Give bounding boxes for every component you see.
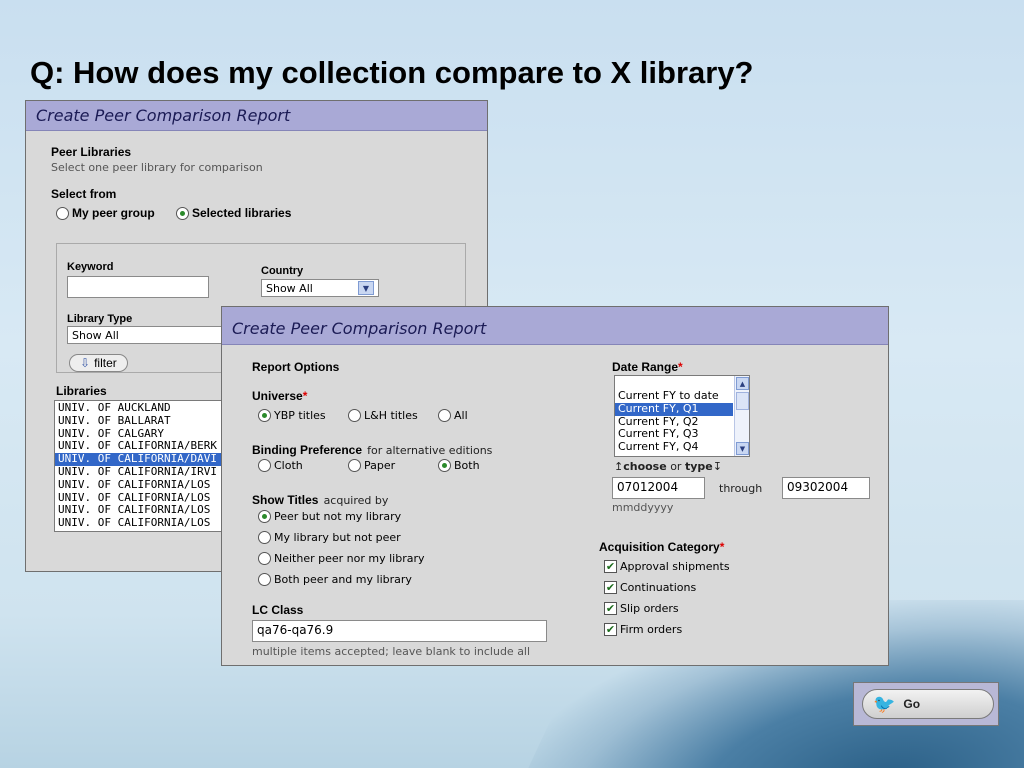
select-from-label: Select from <box>51 187 117 201</box>
radio-circle[interactable] <box>348 459 361 472</box>
library-list-item[interactable]: UNIV. OF BALLARAT <box>55 414 233 428</box>
scrollbar-thumb[interactable] <box>736 392 749 410</box>
libraries-label: Libraries <box>56 384 107 398</box>
radio-circle[interactable] <box>348 409 361 422</box>
libraries-listbox[interactable]: UNIV. OF AUCKLAND UNIV. OF BALLARAT UNIV. … <box>54 400 234 532</box>
radio-both[interactable]: Both <box>438 459 480 472</box>
report-options-heading: Report Options <box>252 360 340 374</box>
radio-circle[interactable] <box>258 510 271 523</box>
library-list-item[interactable]: UNIV. OF CALIFORNIA/LOS <box>55 478 233 492</box>
lc-class-hint: multiple items accepted; leave blank to … <box>252 645 531 658</box>
keyword-label: Keyword <box>67 261 114 273</box>
radio-circle[interactable] <box>438 459 451 472</box>
arrow-down-icon: ⇩ <box>80 356 91 370</box>
through-label: through <box>719 482 763 495</box>
lc-class-label: LC Class <box>252 603 304 617</box>
filter-button[interactable]: ⇩ filter <box>69 354 128 372</box>
slide-title: Q: How does my collection compare to X l… <box>30 55 754 90</box>
checkbox-continuations[interactable]: ✔ Continuations <box>604 581 696 594</box>
radio-circle[interactable] <box>258 409 271 422</box>
checkmark-icon[interactable]: ✔ <box>604 581 617 594</box>
date-range-option[interactable]: Current FY, Q4 <box>615 440 733 454</box>
keyword-input[interactable] <box>67 276 209 298</box>
library-list-item[interactable]: UNIV. OF CALIFORNIA/IRVI <box>55 465 233 479</box>
date-range-label: Date Range* <box>612 360 683 374</box>
country-label: Country <box>261 265 304 277</box>
radio-selected-libraries[interactable]: Selected libraries <box>176 206 291 220</box>
back-window-title: Create Peer Comparison Report <box>26 101 487 131</box>
radio-circle[interactable] <box>258 531 271 544</box>
date-range-listbox[interactable]: Current FY to date Current FY, Q1 Current … <box>614 375 750 457</box>
go-button-frame: 🐦 Go <box>853 682 999 726</box>
library-list-item[interactable]: UNIV. OF CALIFORNIA/LOS <box>55 516 233 530</box>
lc-class-input[interactable]: qa76-qa76.9 <box>252 620 547 642</box>
date-to-input[interactable]: 09302004 <box>782 477 870 499</box>
radio-mine-not-peer[interactable]: My library but not peer <box>258 531 401 544</box>
chevron-down-icon[interactable]: ▼ <box>358 281 374 295</box>
date-from-input[interactable]: 07012004 <box>612 477 705 499</box>
arrow-up-icon: ↥ <box>614 460 624 473</box>
checkbox-firm-orders[interactable]: ✔ Firm orders <box>604 623 682 636</box>
chevron-down-icon[interactable]: ▼ <box>736 442 749 455</box>
checkmark-icon[interactable]: ✔ <box>604 560 617 573</box>
universe-label: Universe* <box>252 389 308 403</box>
checkmark-icon[interactable]: ✔ <box>604 602 617 615</box>
radio-circle[interactable] <box>176 206 189 220</box>
date-range-option[interactable]: Current FY, Q1 <box>615 402 733 416</box>
radio-lh-titles[interactable]: L&H titles <box>348 409 418 422</box>
front-window-title: Create Peer Comparison Report <box>222 307 888 345</box>
library-type-label: Library Type <box>67 313 133 325</box>
go-button[interactable]: 🐦 Go <box>862 689 994 719</box>
acquisition-category-label: Acquisition Category* <box>599 540 725 554</box>
date-range-scrollbar[interactable]: ▲ ▼ <box>734 376 749 456</box>
arrow-down-icon: ↧ <box>712 460 722 473</box>
library-type-select[interactable]: Show All <box>67 326 237 344</box>
country-select[interactable]: Show All ▼ <box>261 279 379 297</box>
peer-libraries-heading: Peer Libraries <box>51 145 132 159</box>
chevron-up-icon[interactable]: ▲ <box>736 377 749 390</box>
radio-ybp-titles[interactable]: YBP titles <box>258 409 326 422</box>
library-list-item[interactable]: UNIV. OF AUCKLAND <box>55 401 233 415</box>
checkbox-approval-shipments[interactable]: ✔ Approval shipments <box>604 560 730 573</box>
show-titles-label: Show Titles acquired by <box>252 493 389 507</box>
pelican-logo-icon: 🐦 <box>873 693 896 714</box>
radio-peer-not-mine[interactable]: Peer but not my library <box>258 510 401 523</box>
date-range-options: Current FY to date Current FY, Q1 Current … <box>615 389 749 454</box>
radio-cloth[interactable]: Cloth <box>258 459 303 472</box>
radio-my-peer-group[interactable]: My peer group <box>56 206 155 220</box>
radio-circle[interactable] <box>258 552 271 565</box>
radio-neither[interactable]: Neither peer nor my library <box>258 552 425 565</box>
radio-paper[interactable]: Paper <box>348 459 395 472</box>
radio-all[interactable]: All <box>438 409 468 422</box>
peer-libraries-hint: Select one peer library for comparison <box>51 161 263 174</box>
date-range-option[interactable]: Current FY to date <box>615 389 733 403</box>
checkbox-slip-orders[interactable]: ✔ Slip orders <box>604 602 679 615</box>
radio-both-peer-mine[interactable]: Both peer and my library <box>258 573 412 586</box>
radio-circle[interactable] <box>56 206 69 220</box>
radio-circle[interactable] <box>258 573 271 586</box>
checkmark-icon[interactable]: ✔ <box>604 623 617 636</box>
front-report-window: Create Peer Comparison Report Report Opt… <box>221 306 889 666</box>
choose-or-type: ↥choose or type↧ <box>614 460 722 473</box>
radio-circle[interactable] <box>258 459 271 472</box>
radio-circle[interactable] <box>438 409 451 422</box>
date-format-hint: mmddyyyy <box>612 501 674 514</box>
binding-preference-label: Binding Preference for alternative editi… <box>252 443 493 457</box>
